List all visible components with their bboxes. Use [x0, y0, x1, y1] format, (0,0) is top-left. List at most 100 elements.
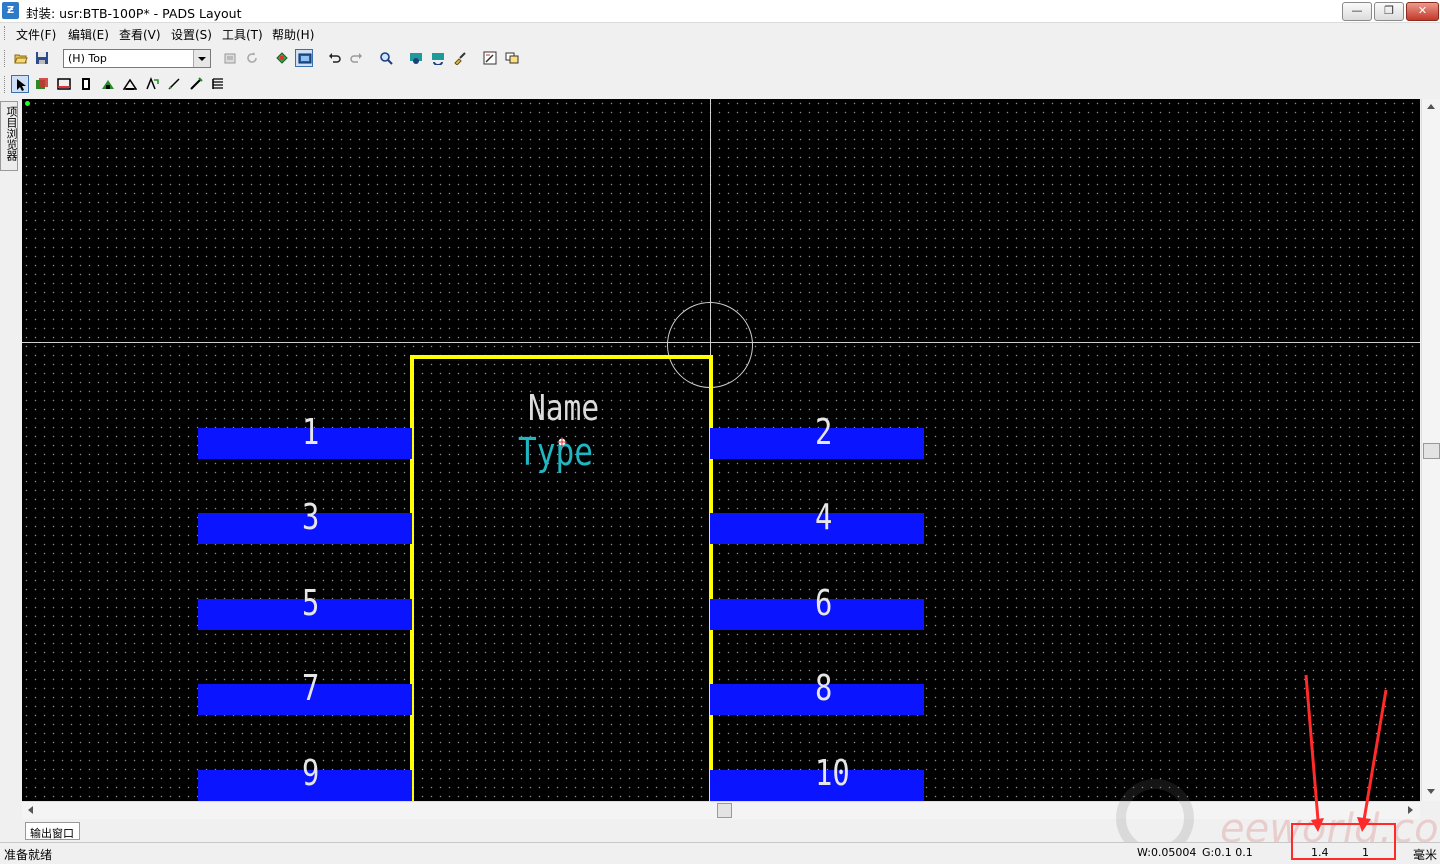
horizontal-scroll-thumb[interactable]: [717, 803, 732, 818]
window-title: 封装: usr:BTB-100P* - PADS Layout: [26, 6, 242, 21]
pin-number-10: 10: [815, 753, 850, 794]
view-board-icon: [410, 53, 422, 64]
text-icon: [146, 77, 159, 90]
decal-editor-button[interactable]: [273, 49, 291, 67]
outline-right: [709, 355, 713, 801]
part-type-label[interactable]: Type: [518, 433, 593, 471]
drafting-icon: [483, 51, 497, 65]
layer-select-value: (H) Top: [68, 52, 107, 65]
outline-top: [410, 355, 712, 359]
menu-edit[interactable]: 编辑(E): [68, 26, 109, 43]
output-window-label: 输出窗口: [30, 827, 74, 840]
menu-bar: 文件(F) 编辑(E) 查看(V) 设置(S) 工具(T) 帮助(H): [0, 23, 1440, 44]
project-browser-label: 项目浏览器: [5, 106, 18, 161]
wizard-icon: [190, 77, 203, 90]
menu-setup[interactable]: 设置(S): [171, 26, 212, 43]
copper-cutout-button[interactable]: [99, 75, 117, 93]
title-bar: Ƶ 封装: usr:BTB-100P* - PADS Layout — ❐ ✕: [0, 0, 1440, 23]
redraw-button[interactable]: [429, 49, 447, 67]
dimension-icon: [168, 78, 180, 90]
menu-view[interactable]: 查看(V): [119, 26, 161, 43]
select-mode-button[interactable]: [11, 75, 29, 93]
pin-number-8: 8: [815, 668, 833, 709]
list-button[interactable]: [209, 75, 227, 93]
2d-line-button[interactable]: [55, 75, 73, 93]
terminal-button[interactable]: [33, 75, 51, 93]
menu-help[interactable]: 帮助(H): [272, 26, 314, 43]
close-button[interactable]: ✕: [1406, 2, 1439, 21]
save-button[interactable]: [33, 49, 51, 67]
annotation-arrows: [1304, 674, 1388, 832]
part-name-label[interactable]: Name: [528, 391, 599, 427]
status-grid: G:0.1 0.1: [1202, 846, 1253, 859]
menu-file[interactable]: 文件(F): [16, 26, 56, 43]
pin-number-1: 1: [302, 412, 320, 453]
design-canvas[interactable]: 1 2 3 4 5 6 7 8 9 10 Name Type: [22, 99, 1420, 801]
folder-open-icon: [14, 54, 28, 64]
horizontal-scrollbar[interactable]: [22, 801, 1420, 819]
drafting-toolbar-button[interactable]: [481, 49, 499, 67]
text-button[interactable]: [143, 75, 161, 93]
wizard-button[interactable]: [187, 75, 205, 93]
copper-cutout-icon: [102, 80, 114, 89]
properties-button[interactable]: [221, 49, 239, 67]
windows-icon: [505, 52, 519, 64]
standard-toolbar: (H) Top: [0, 46, 530, 72]
undo-button[interactable]: [326, 49, 344, 67]
minimize-button[interactable]: —: [1342, 2, 1372, 21]
view-board-button[interactable]: [407, 49, 425, 67]
pin-number-4: 4: [815, 497, 833, 538]
layer-select[interactable]: (H) Top: [63, 49, 211, 68]
decal-origin-icon: [557, 437, 567, 447]
vertical-scroll-thumb[interactable]: [1423, 443, 1440, 459]
windows-button[interactable]: [503, 49, 521, 67]
status-bar: 准备就绪 W:0.05004 G:0.1 0.1 1.4 1 毫米: [0, 842, 1440, 864]
zoom-button[interactable]: [377, 49, 395, 67]
scroll-up-icon[interactable]: [1427, 104, 1435, 109]
toolbar-grip-2[interactable]: [4, 76, 7, 93]
vertical-scrollbar[interactable]: [1421, 99, 1440, 801]
properties-icon: [224, 53, 236, 64]
clean-button[interactable]: [451, 49, 469, 67]
restore-button[interactable]: ❐: [1374, 2, 1404, 21]
refresh-button[interactable]: [243, 49, 261, 67]
chevron-down-icon[interactable]: [193, 50, 210, 67]
menubar-grip[interactable]: [4, 26, 7, 40]
redo-icon: [350, 53, 362, 63]
scroll-right-icon[interactable]: [1408, 806, 1413, 814]
open-button[interactable]: [12, 49, 30, 67]
pin-number-7: 7: [302, 668, 320, 709]
outline-left: [410, 355, 414, 801]
undo-icon: [329, 53, 341, 63]
keepout-button[interactable]: [121, 75, 139, 93]
origin-indicator: [25, 101, 30, 106]
status-ready: 准备就绪: [4, 848, 53, 862]
toolbar-grip[interactable]: [4, 50, 7, 67]
scroll-left-icon[interactable]: [28, 806, 33, 814]
menu-tools[interactable]: 工具(T): [222, 26, 263, 43]
pads-app-icon[interactable]: Ƶ: [2, 2, 19, 19]
pin-number-9: 9: [302, 753, 320, 794]
keepout-icon: [123, 78, 137, 90]
terminal-icon: [36, 78, 48, 89]
dimension-button[interactable]: [165, 75, 183, 93]
status-width: W:0.05004: [1137, 846, 1197, 859]
scroll-down-icon[interactable]: [1427, 789, 1435, 794]
pin-number-5: 5: [302, 583, 320, 624]
redraw-icon: [432, 53, 444, 65]
status-units: 毫米: [1413, 848, 1438, 862]
brush-icon: [454, 52, 466, 65]
display-toggle-button[interactable]: [295, 49, 313, 67]
decal-toolbar: [0, 72, 232, 98]
pin-number-3: 3: [302, 497, 320, 538]
refresh-icon: [247, 52, 257, 63]
output-window-tab[interactable]: 输出窗口: [25, 822, 80, 840]
project-browser-tab[interactable]: 项目浏览器: [0, 101, 18, 171]
copper-icon: [82, 78, 90, 90]
copper-button[interactable]: [77, 75, 95, 93]
pin-number-2: 2: [815, 412, 833, 453]
pin-number-6: 6: [815, 583, 833, 624]
monitor-icon: [298, 53, 312, 64]
magnifier-icon: [380, 52, 393, 65]
redo-button[interactable]: [347, 49, 365, 67]
